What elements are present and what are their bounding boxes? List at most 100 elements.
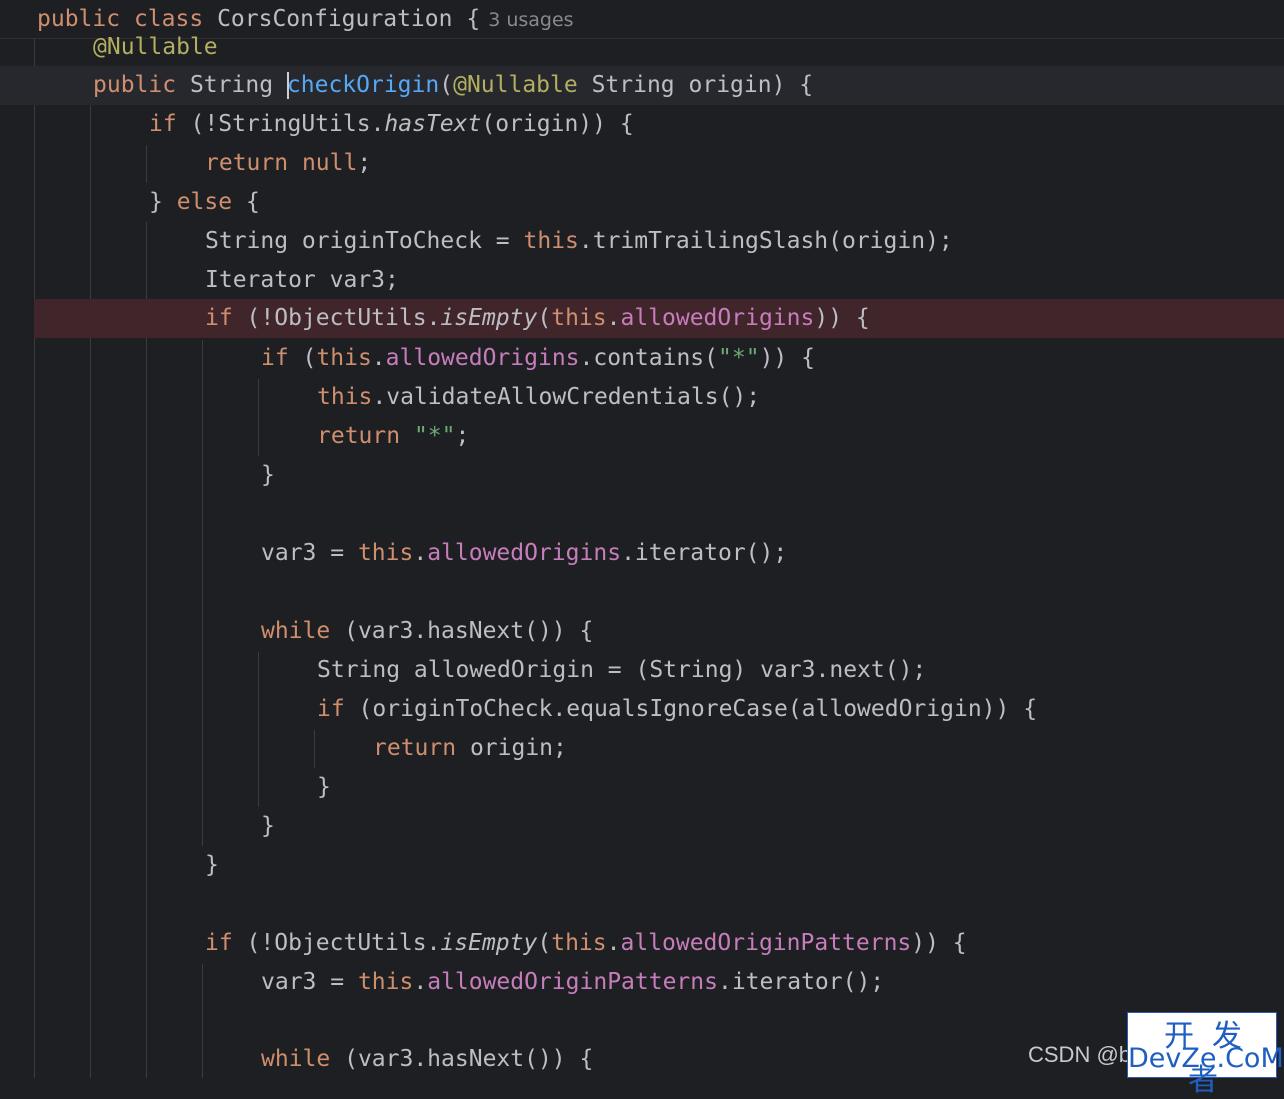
code-text: (var3.hasNext()) { [330,1046,594,1072]
static-method-call: isEmpty [440,305,538,331]
method-name[interactable]: checkOrigin [287,72,439,98]
code-line[interactable]: } [0,456,1284,495]
code-line[interactable]: } [0,768,1284,807]
code-text: } [261,813,275,839]
code-line[interactable]: if (!ObjectUtils.isEmpty(this.allowedOri… [0,924,1284,963]
code-text: .iterator(); [621,540,788,566]
code-text: ( [537,305,552,331]
annotation-nullable: @Nullable [93,34,218,60]
code-text: (!ObjectUtils. [232,305,441,331]
keyword-return: return [205,150,289,176]
keyword-this: this [523,228,579,254]
field-reference: allowedOrigins [385,345,580,371]
code-line[interactable]: var3 = this.allowedOriginPatterns.iterat… [0,963,1284,1002]
code-line[interactable]: if (!StringUtils.hasText(origin)) { [0,105,1284,144]
code-text: .validateAllowCredentials(); [372,384,761,410]
code-line[interactable]: if (this.allowedOrigins.contains("*")) { [0,339,1284,378]
code-line[interactable]: return origin; [0,729,1284,768]
code-line[interactable]: var3 = this.allowedOrigins.iterator(); [0,534,1284,573]
code-text: .trimTrailingSlash(origin); [578,228,953,254]
keyword-this: this [357,540,414,566]
devze-logo: 开发者 DevZe.CoM [1127,1012,1284,1098]
field-reference: allowedOrigins [620,305,815,331]
code-text: } [149,189,177,215]
code-text: . [606,305,621,331]
code-line[interactable]: while (var3.hasNext()) { [0,612,1284,651]
param-annotation: @Nullable [453,72,578,98]
code-text: .contains( [579,345,719,371]
code-line-breakpoint[interactable]: if (!ObjectUtils.isEmpty(this.allowedOri… [34,299,1284,338]
keyword-this: this [317,384,373,410]
static-method-call: isEmpty [440,930,538,956]
code-text: String allowedOrigin = (String) var3.nex… [317,657,927,683]
code-line-method-declaration[interactable]: public String checkOrigin(@Nullable Stri… [0,66,1284,105]
code-text: )) { [759,345,815,371]
code-text: origin; [456,735,567,761]
code-text: Iterator var3; [205,267,399,293]
keyword-this: this [551,930,607,956]
logo-english-text: DevZe.CoM [1128,1043,1284,1074]
keyword-while: while [261,618,331,644]
code-text: . [413,969,428,995]
code-text: ( [288,345,317,371]
params-rest: String origin) { [577,72,814,98]
keyword-this: this [551,305,607,331]
keyword-while: while [261,1046,331,1072]
keyword-null: null [301,150,358,176]
code-line[interactable]: } [0,846,1284,885]
code-text: { [232,189,260,215]
keyword-if: if [261,345,289,371]
keyword-public: public [93,72,177,98]
code-text: )) { [911,930,967,956]
code-text: (!ObjectUtils. [232,930,441,956]
code-text: )) { [814,305,870,331]
code-text: } [261,462,275,488]
code-text: . [371,345,386,371]
csdn-watermark: CSDN @b [1028,1042,1132,1067]
code-line[interactable]: if (originToCheck.equalsIgnoreCase(allow… [0,690,1284,729]
string-literal: "*" [413,423,456,449]
code-line-annotation[interactable]: @Nullable [0,28,1284,67]
code-line[interactable]: String allowedOrigin = (String) var3.nex… [0,651,1284,690]
field-reference: allowedOriginPatterns [620,930,912,956]
code-text: (origin)) { [481,111,634,137]
code-line[interactable]: } [0,807,1284,846]
code-text: (originToCheck.equalsIgnoreCase(allowedO… [344,696,1038,722]
code-editor[interactable]: public class CorsConfiguration {3 usages… [0,0,1284,1078]
code-text: var3 = [261,969,358,995]
code-text: ; [455,423,470,449]
code-line[interactable]: return null; [0,144,1284,183]
code-text: } [317,774,331,800]
keyword-if: if [317,696,345,722]
code-line[interactable]: } else { [0,183,1284,222]
keyword-this: this [316,345,372,371]
code-text: .iterator(); [717,969,885,995]
field-reference: allowedOriginPatterns [427,969,718,995]
code-text: . [606,930,621,956]
keyword-return: return [373,735,457,761]
keyword-if: if [205,305,233,331]
code-text: String originToCheck = [205,228,524,254]
code-text: (!StringUtils. [176,111,385,137]
keyword-return: return [317,423,401,449]
code-line[interactable]: String originToCheck = this.trimTrailing… [0,222,1284,261]
code-line[interactable]: return "*"; [0,417,1284,456]
code-line[interactable]: this.validateAllowCredentials(); [0,378,1284,417]
code-text: ; [357,150,372,176]
code-line[interactable]: Iterator var3; [0,261,1284,300]
static-method-call: hasText [384,111,482,137]
keyword-this: this [357,969,414,995]
keyword-if: if [205,930,233,956]
code-text: . [413,540,428,566]
keyword-if: if [149,111,177,137]
keyword-else: else [176,189,233,215]
open-paren: ( [439,72,454,98]
field-reference: allowedOrigins [427,540,622,566]
code-text: (var3.hasNext()) { [330,618,594,644]
code-text: var3 = [261,540,358,566]
string-literal: "*" [718,345,760,371]
code-text: } [205,852,219,878]
code-text: ( [537,930,552,956]
return-type: String [189,72,274,98]
